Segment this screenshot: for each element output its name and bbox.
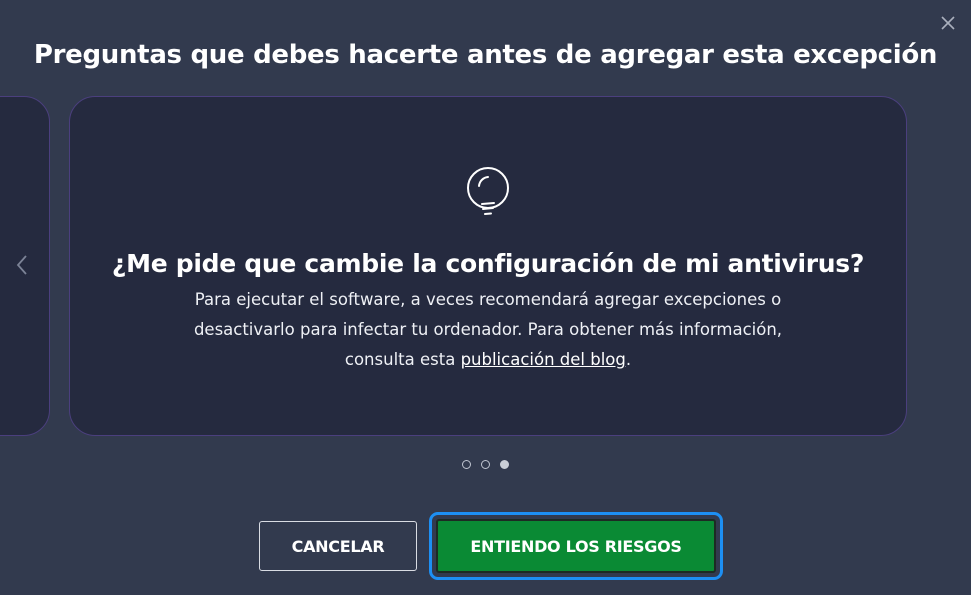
cancel-button[interactable]: CANCELAR bbox=[259, 521, 417, 571]
lightbulb-icon bbox=[467, 167, 509, 215]
card-body-line-3-prefix: consulta esta bbox=[344, 350, 461, 369]
previous-button[interactable] bbox=[14, 254, 30, 276]
blog-link[interactable]: publicación del blog bbox=[461, 350, 626, 369]
card-body-line-2: desactivarlo para infectar tu ordenador.… bbox=[193, 320, 783, 339]
dialog-title: Preguntas que debes hacerte antes de agr… bbox=[33, 40, 938, 70]
card-body-line-1: Para ejecutar el software, a veces recom… bbox=[194, 290, 782, 309]
close-button[interactable] bbox=[939, 14, 957, 32]
card-heading: ¿Me pide que cambie la configuración de … bbox=[111, 249, 865, 278]
card-body-line-3-suffix: . bbox=[625, 350, 632, 369]
carousel-pagination bbox=[0, 460, 971, 469]
accept-risks-button[interactable]: ENTIENDO LOS RIESGOS bbox=[436, 519, 716, 573]
pagination-dot-1[interactable] bbox=[462, 460, 471, 469]
close-icon bbox=[941, 16, 955, 30]
tip-card: ¿Me pide que cambie la configuración de … bbox=[69, 96, 907, 436]
carousel: ¿Me pide que cambie la configuración de … bbox=[0, 96, 971, 436]
chevron-left-icon bbox=[16, 255, 27, 275]
pagination-dot-2[interactable] bbox=[481, 460, 490, 469]
card-body: Para ejecutar el software, a veces recom… bbox=[130, 285, 846, 375]
pagination-dot-3[interactable] bbox=[500, 460, 509, 469]
